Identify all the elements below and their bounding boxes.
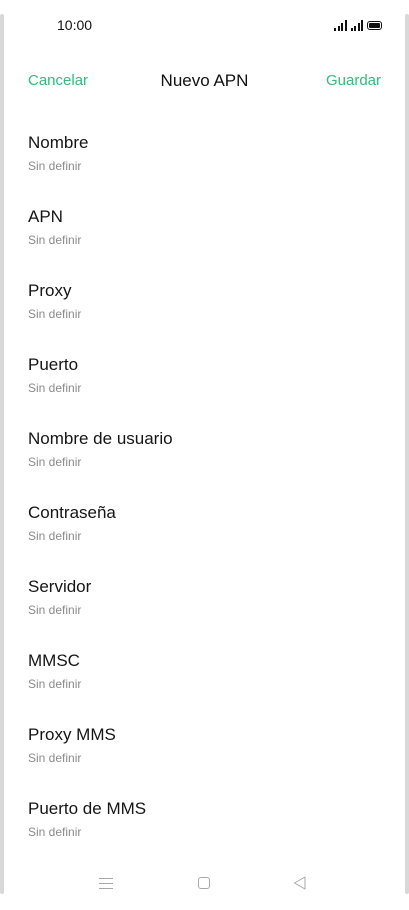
field-label: MMSC bbox=[28, 651, 80, 670]
field-item-puerto[interactable]: Puerto Sin definir bbox=[0, 344, 409, 418]
field-item-proxy[interactable]: Proxy Sin definir bbox=[0, 270, 409, 344]
status-icons bbox=[334, 17, 382, 31]
save-button[interactable]: Guardar bbox=[326, 72, 381, 89]
field-item-nombre-de-usuario[interactable]: Nombre de usuario Sin definir bbox=[0, 418, 409, 492]
field-item-servidor[interactable]: Servidor Sin definir bbox=[0, 566, 409, 640]
status-time: 10:00 bbox=[57, 17, 93, 33]
field-label: Puerto bbox=[28, 355, 79, 374]
field-value: Sin definir bbox=[28, 677, 82, 691]
field-item-puerto-de-mms[interactable]: Puerto de MMS Sin definir bbox=[0, 788, 409, 862]
field-value: Sin definir bbox=[28, 381, 82, 395]
field-item-apn[interactable]: APN Sin definir bbox=[0, 196, 409, 270]
field-label: Contraseña bbox=[28, 503, 116, 522]
field-value: Sin definir bbox=[28, 455, 82, 469]
status-bar: 10:00 bbox=[0, 0, 409, 52]
home-icon[interactable] bbox=[198, 877, 210, 889]
back-icon[interactable] bbox=[293, 876, 306, 895]
field-label: Proxy bbox=[28, 281, 72, 300]
field-label: Puerto de MMS bbox=[28, 799, 147, 818]
cancel-button[interactable]: Cancelar bbox=[28, 72, 88, 89]
field-value: Sin definir bbox=[28, 307, 82, 321]
field-label: Servidor bbox=[28, 577, 92, 596]
field-item-mmsc[interactable]: MMSC Sin definir bbox=[0, 640, 409, 714]
field-item-nombre[interactable]: Nombre Sin definir bbox=[0, 122, 409, 196]
field-label: Nombre bbox=[28, 133, 89, 152]
app-header: Nuevo APN Cancelar Guardar bbox=[0, 62, 409, 102]
field-value: Sin definir bbox=[28, 159, 82, 173]
menu-icon[interactable] bbox=[99, 878, 113, 889]
field-label: Nombre de usuario bbox=[28, 429, 173, 448]
field-item-contrasena[interactable]: Contraseña Sin definir bbox=[0, 492, 409, 566]
field-value: Sin definir bbox=[28, 529, 82, 543]
field-label: Proxy MMS bbox=[28, 725, 116, 744]
field-value: Sin definir bbox=[28, 825, 82, 839]
field-value: Sin definir bbox=[28, 751, 82, 765]
field-label: APN bbox=[28, 207, 63, 226]
signal-icon bbox=[350, 19, 363, 31]
field-item-proxy-mms[interactable]: Proxy MMS Sin definir bbox=[0, 714, 409, 788]
navigation-bar bbox=[0, 870, 409, 900]
battery-icon bbox=[367, 21, 382, 30]
field-value: Sin definir bbox=[28, 603, 82, 617]
apn-field-list: Nombre Sin definir APN Sin definir Proxy… bbox=[0, 122, 409, 862]
signal-icon bbox=[334, 19, 347, 31]
field-value: Sin definir bbox=[28, 233, 82, 247]
